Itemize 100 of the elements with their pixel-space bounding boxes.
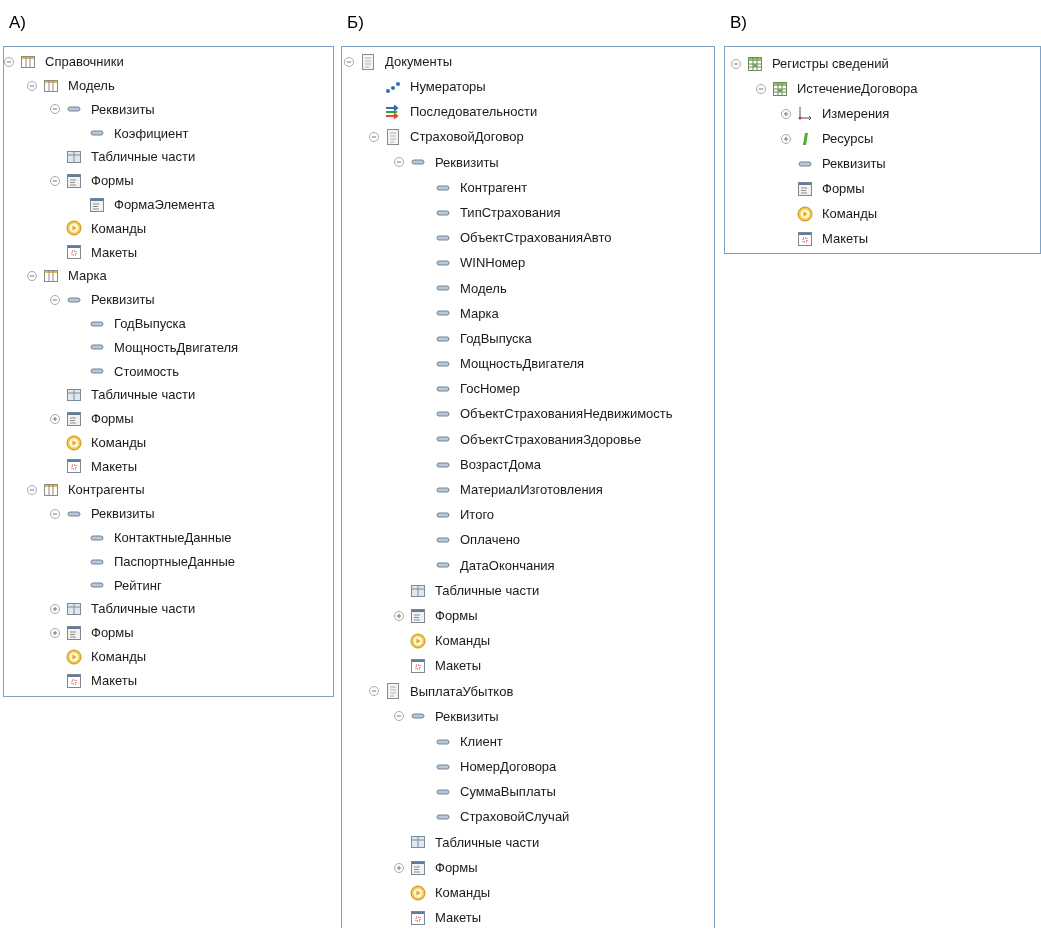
tree-item-label[interactable]: Коэфициент [114,123,189,144]
tree-item-label[interactable]: СуммаВыплаты [460,782,556,802]
tree-item-label[interactable]: ДатаОкончания [460,555,555,576]
tree-item-label[interactable]: Клиент [460,731,503,752]
collapse-icon[interactable] [756,83,766,94]
tree-item-label[interactable]: ВозрастДома [460,454,541,475]
tree-item-label[interactable]: Модель [460,278,507,299]
tree-item-label[interactable]: Табличные части [91,599,196,619]
tree-item-label[interactable]: КонтактныеДанные [114,528,232,548]
tree-item-label[interactable]: Контрагент [460,177,528,198]
expand-icon[interactable] [781,108,791,119]
grid-icon [747,55,763,72]
collapse-icon[interactable] [50,104,60,115]
tree-item-label[interactable]: ГодВыпуска [114,313,186,334]
tree-item-label[interactable]: Макеты [435,908,482,928]
expand-icon[interactable] [50,628,60,638]
tree-item-label[interactable]: Реквизиты [91,290,155,310]
tree-item-label[interactable]: Макеты [91,242,138,262]
tree-item-label[interactable]: Макеты [822,228,869,249]
play-circle-icon [66,648,82,665]
tree-item-label[interactable]: Ресурсы [822,128,874,149]
tree-item-label[interactable]: Формы [435,857,478,878]
tree-item-label[interactable]: WINНомер [460,253,526,273]
tree-item-label[interactable]: Табличные части [91,385,196,405]
collapse-icon[interactable] [394,711,404,722]
tree-item-label[interactable]: Последовательности [410,102,538,122]
tree-item-label[interactable]: ПаспортныеДанные [114,551,235,572]
tree-item-label[interactable]: Формы [435,605,478,626]
expand-icon[interactable] [50,604,60,615]
tree-item-label[interactable]: Марка [460,303,499,324]
table-icon [43,77,59,94]
tree-item-label[interactable]: Команды [91,432,147,453]
tree-item-label[interactable]: Команды [91,218,147,239]
tree-item-label[interactable]: ИстечениеДоговора [797,78,918,99]
tree-item-label[interactable]: Табличные части [435,832,540,853]
tree-item-label[interactable]: Реквизиты [435,706,499,727]
expand-icon[interactable] [394,862,404,873]
tree-item-label[interactable]: МатериалИзготовления [460,480,603,500]
tree-item-label[interactable]: Команды [822,203,878,224]
tree-item-label[interactable]: Рейтинг [114,575,162,596]
tree-item-label[interactable]: ГосНомер [460,379,520,399]
collapse-icon[interactable] [50,509,60,520]
tree-item-label[interactable]: Справочники [45,52,124,72]
tree-item-label[interactable]: Табличные части [91,147,196,167]
tree-item-label[interactable]: Итого [460,505,495,525]
tree-item-label[interactable]: Формы [91,623,134,643]
tree-item-label[interactable]: Модель [68,75,115,96]
tree-item-label[interactable]: Оплачено [460,530,521,550]
expand-icon[interactable] [50,413,60,424]
collapse-icon[interactable] [4,56,14,67]
tree-item-label[interactable]: Реквизиты [91,99,155,120]
tree-item-label[interactable]: СтраховойСлучай [460,807,570,827]
tree-item-label[interactable]: Документы [385,51,452,72]
collapse-icon[interactable] [27,485,37,496]
tree-item-label[interactable]: Команды [435,883,491,903]
tree-item-label[interactable]: Нумераторы [410,77,486,97]
tree-item-label[interactable]: Табличные части [435,580,540,601]
collapse-icon[interactable] [344,56,354,67]
tree-item-label[interactable]: Макеты [91,456,138,477]
expand-icon[interactable] [781,133,791,144]
tree-item-label[interactable]: Реквизиты [435,152,499,173]
tree-item-label[interactable]: Реквизиты [822,153,886,174]
columns-icon [66,387,82,404]
collapse-icon[interactable] [27,271,37,282]
tree-item-label[interactable]: Макеты [91,670,138,691]
tree-item-label[interactable]: ОбъектСтрахованияНедвижимость [460,404,673,424]
tree-item-label[interactable]: Макеты [435,656,482,676]
collapse-icon[interactable] [369,686,379,697]
tree-item-label[interactable]: Формы [91,409,134,429]
tree-item-label[interactable]: МощностьДвигателя [460,354,585,374]
columns-icon [66,149,82,166]
tree-item-label[interactable]: Контрагенты [68,480,145,500]
tree-item-label[interactable]: МощностьДвигателя [114,337,239,358]
tree-item-label[interactable]: ОбъектСтрахованияАвто [460,228,612,248]
template-icon [797,230,813,247]
tree-item-label[interactable]: Формы [91,171,134,191]
tree-item-label[interactable]: Реквизиты [91,504,155,524]
tree-item-label[interactable]: СтраховойДоговор [410,127,524,147]
tree-item-label[interactable]: НомерДоговора [460,757,557,777]
tree-item-label[interactable]: ВыплатаУбытков [410,681,514,702]
collapse-icon[interactable] [394,157,404,168]
collapse-icon[interactable] [50,175,60,186]
panel-heading: В) [730,12,747,35]
tree-item-label[interactable]: Регистры сведений [772,53,889,74]
table-icon [43,482,59,499]
tree-item-label[interactable]: Команды [91,647,147,667]
tree-item-label[interactable]: ФормаЭлемента [114,194,215,215]
tree-item-label[interactable]: Марка [68,266,107,286]
collapse-icon[interactable] [50,294,60,305]
tree-item-label[interactable]: ТипСтрахования [460,202,561,223]
tree-item-label[interactable]: ОбъектСтрахованияЗдоровье [460,429,642,450]
tree-item-label[interactable]: Измерения [822,103,890,124]
tree-item-label[interactable]: Формы [822,178,865,199]
collapse-icon[interactable] [369,132,379,143]
expand-icon[interactable] [394,610,404,621]
collapse-icon[interactable] [27,80,37,91]
tree-item-label[interactable]: Команды [435,631,491,651]
tree-item-label[interactable]: Стоимость [114,361,180,381]
collapse-icon[interactable] [731,58,741,69]
tree-item-label[interactable]: ГодВыпуска [460,328,532,349]
